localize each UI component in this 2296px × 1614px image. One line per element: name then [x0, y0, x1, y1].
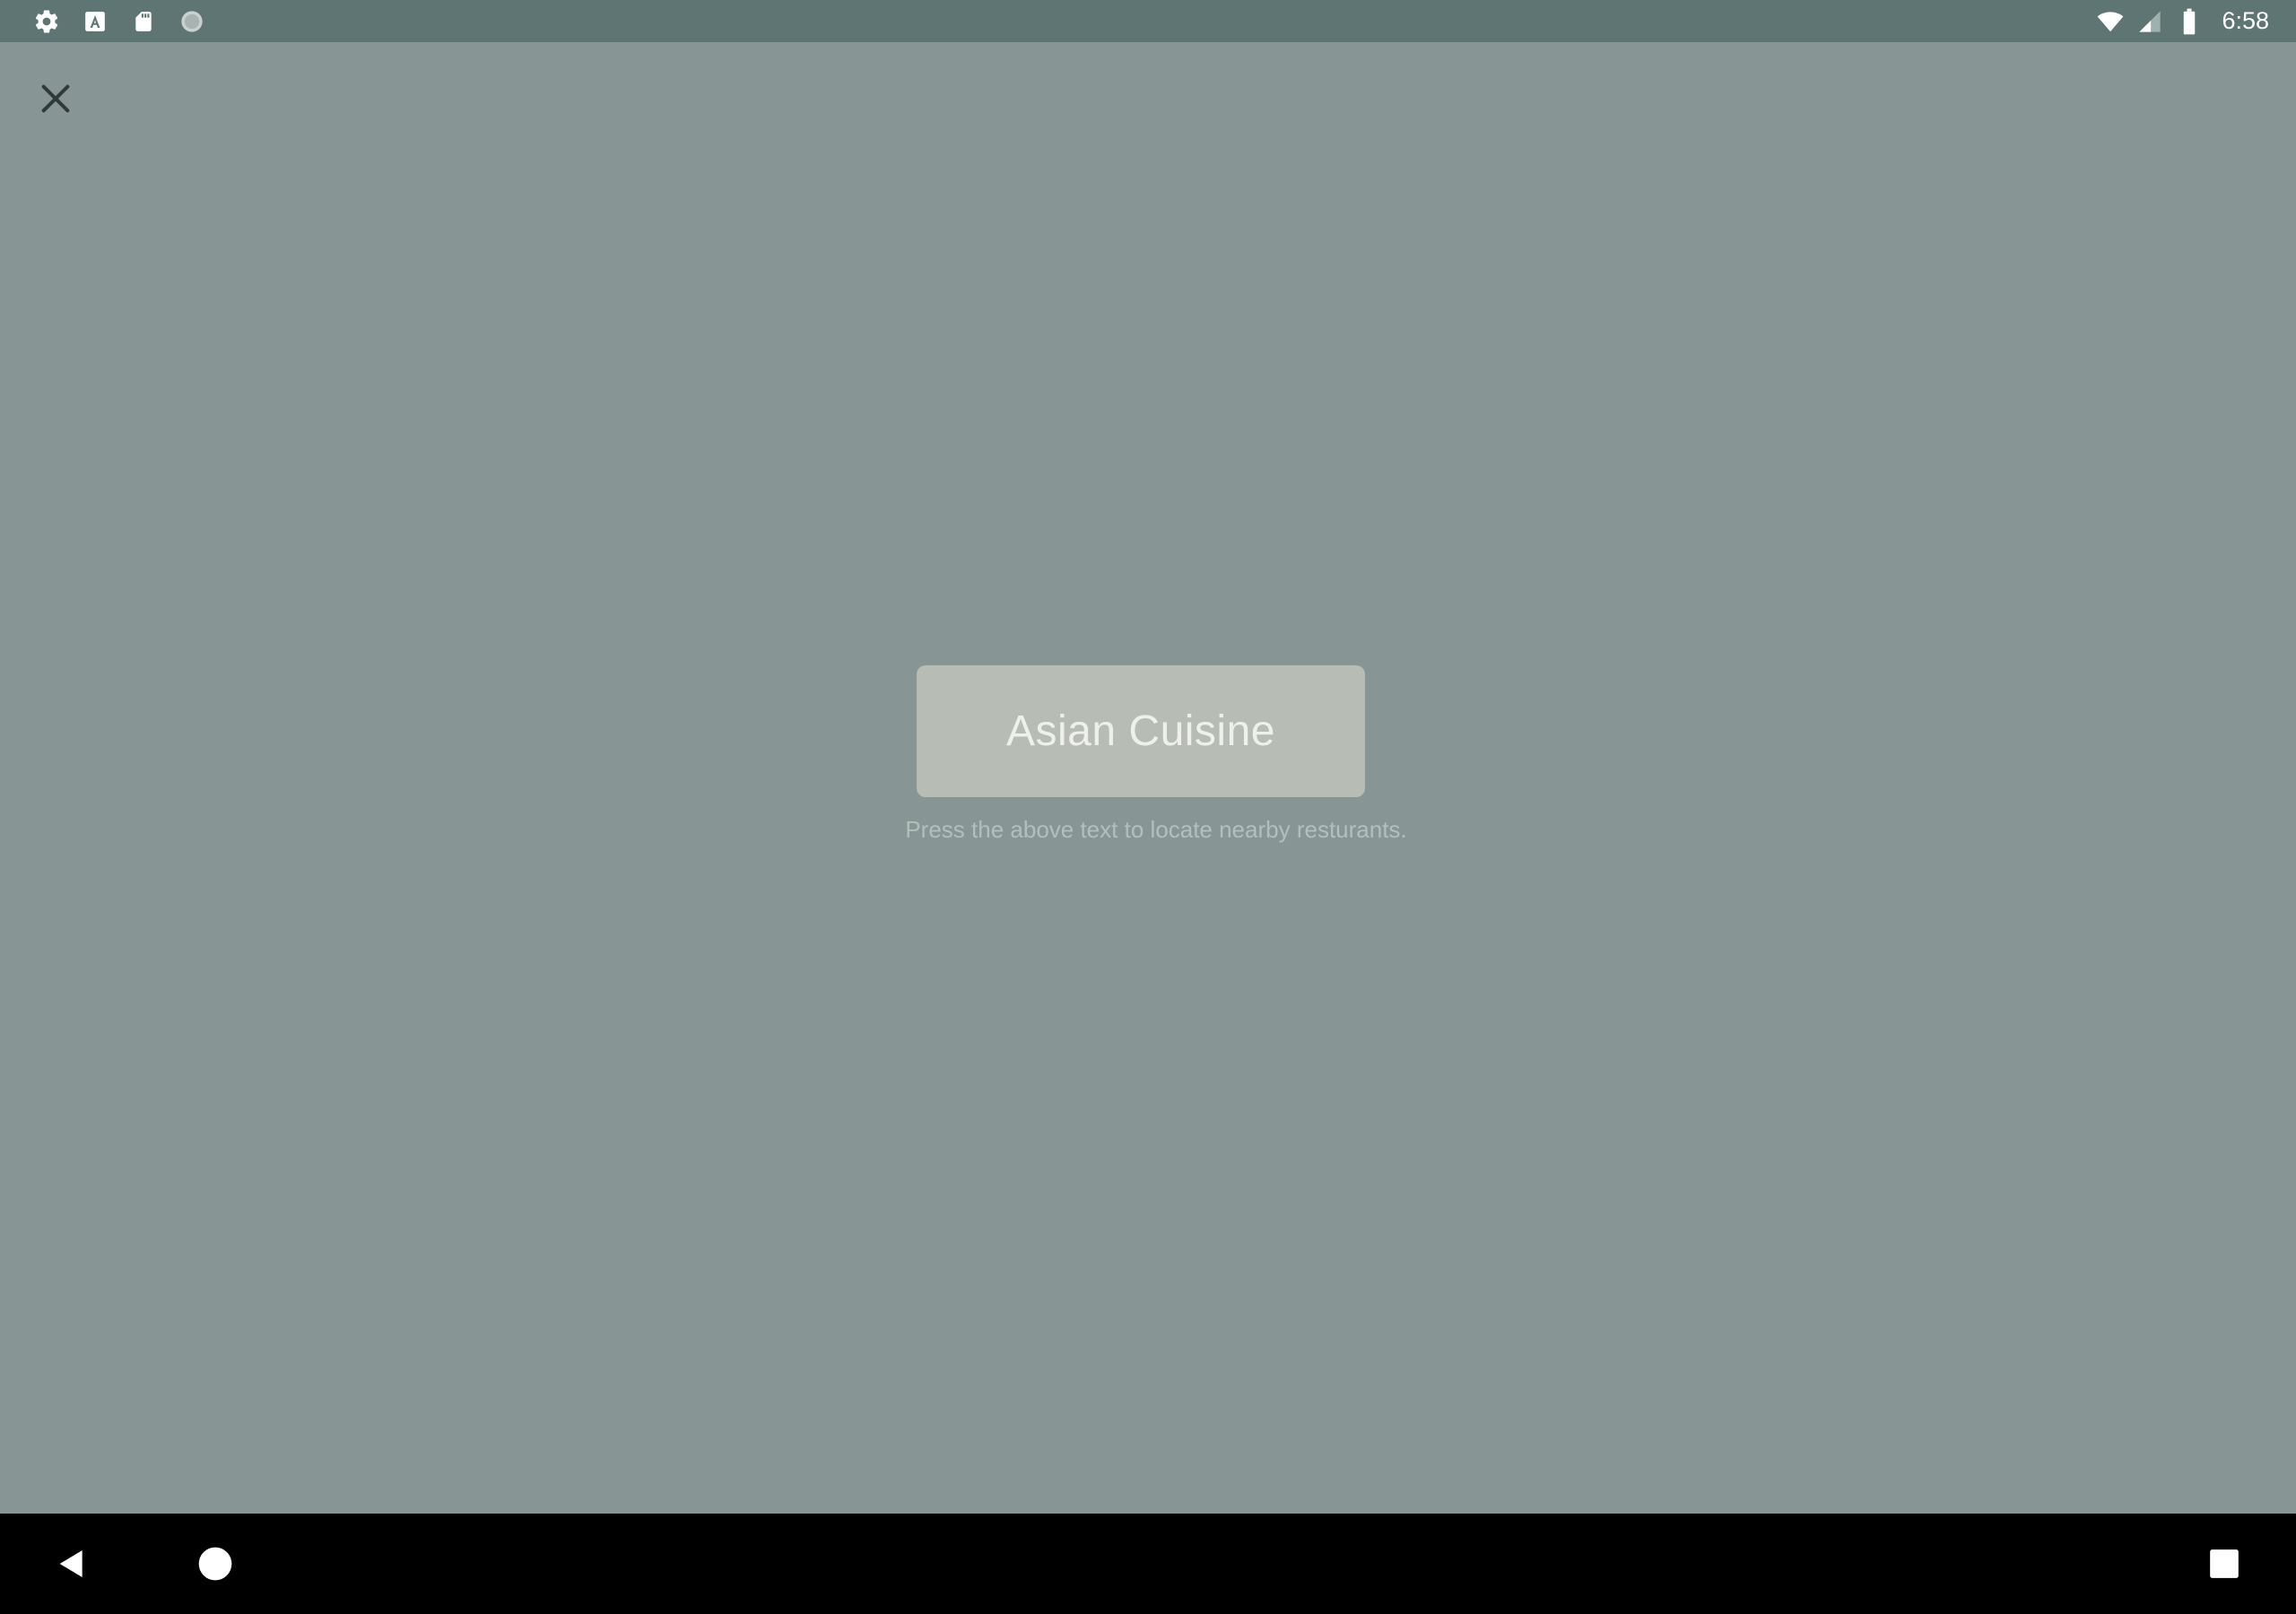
circle-icon: [178, 7, 206, 36]
close-button[interactable]: [27, 70, 84, 127]
back-button[interactable]: [31, 1514, 112, 1614]
wifi-icon: [2096, 7, 2125, 36]
sd-card-icon: [129, 7, 158, 36]
settings-icon: [32, 7, 61, 36]
back-icon: [59, 1550, 83, 1577]
cell-signal-icon: [2135, 7, 2164, 36]
recents-button[interactable]: [2184, 1514, 2265, 1614]
app-screen: 6:58 Asian Cuisine Press the above text …: [0, 0, 2296, 1614]
hint-text: Press the above text to locate nearby re…: [905, 816, 1407, 843]
text-a-icon: [81, 7, 109, 36]
recents-icon: [2210, 1549, 2239, 1578]
asian-cuisine-button[interactable]: Asian Cuisine: [917, 665, 1365, 797]
navigation-bar: [0, 1514, 2296, 1614]
battery-icon: [2175, 7, 2204, 36]
status-bar: 6:58: [0, 0, 2296, 42]
close-icon: [41, 84, 70, 113]
status-time: 6:58: [2222, 7, 2269, 34]
home-button[interactable]: [175, 1514, 256, 1614]
home-icon: [198, 1547, 232, 1581]
